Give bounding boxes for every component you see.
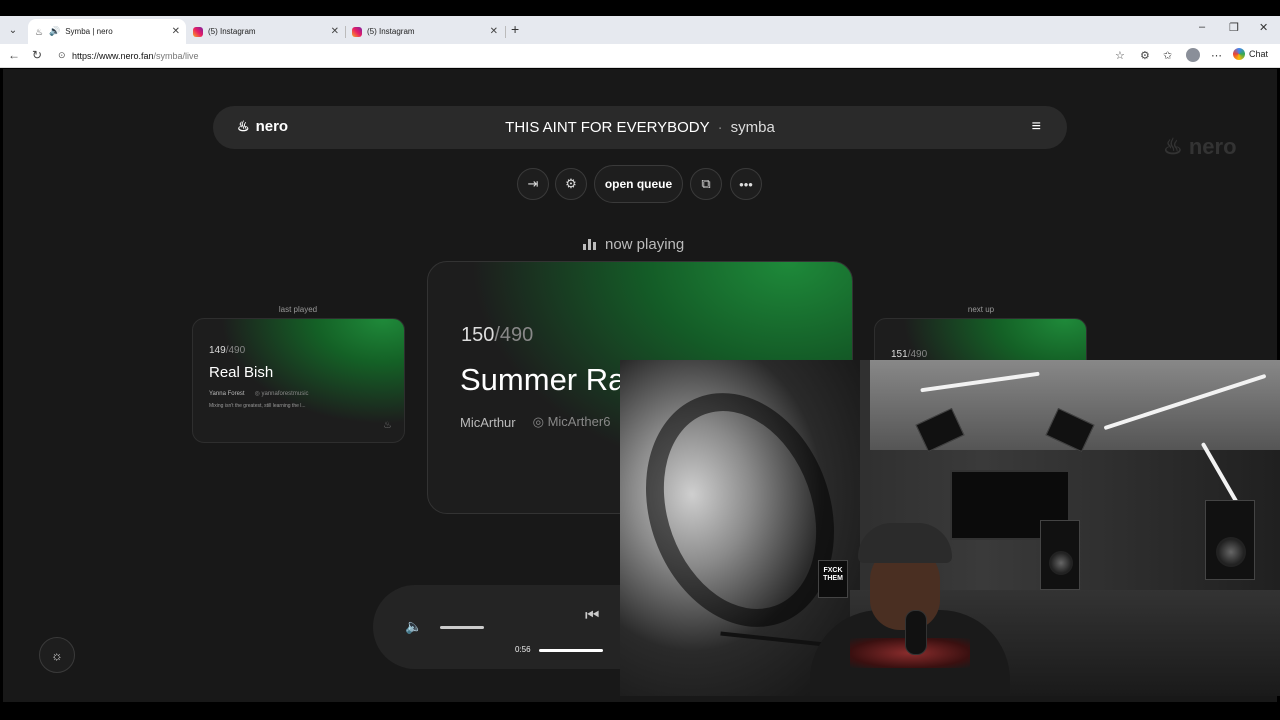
current-song-heading: THIS AINT FOR EVERYBODY · symba (213, 119, 1067, 136)
track-title: Real Bish (209, 364, 274, 381)
back-arrow-icon[interactable]: ← (8, 48, 20, 62)
instagram-icon: ◎ (532, 414, 544, 429)
track-count: 149/490 (209, 345, 246, 356)
settings-button[interactable]: ⚙ (555, 168, 587, 200)
fxck-them-box: FXCK THEM (818, 560, 848, 598)
bottom-black-bar (0, 702, 1280, 720)
tab-close-icon[interactable]: ✕ (490, 26, 498, 37)
share-button[interactable]: ⧉ (690, 168, 722, 200)
open-queue-button[interactable]: open queue (594, 165, 683, 203)
profile-avatar[interactable] (1186, 48, 1200, 62)
site-info-icon[interactable]: ⊙ (58, 50, 66, 61)
minimize-icon[interactable]: – (1199, 21, 1205, 33)
tab-title: (5) Instagram (367, 27, 415, 36)
more-button[interactable]: ••• (730, 168, 762, 200)
equalizer-icon (583, 239, 598, 250)
track-meta: MicArthur ◎ MicArther6 (460, 414, 610, 430)
share-icon: ⧉ (701, 176, 711, 191)
nero-flame-icon: ♨ (383, 420, 392, 431)
url-field[interactable]: ⊙ https://www.nero.fan/symba/live (54, 47, 1134, 65)
track-description: Mixing isn't the greatest, still learnin… (209, 403, 306, 409)
tab-separator (505, 26, 506, 38)
tab-strip: ⌄ ♨ 🔊 Symba | nero ✕ (5) Instagram ✕ (5)… (0, 16, 1280, 44)
instagram-icon: ◎ (254, 391, 260, 397)
last-played-card[interactable]: 149/490 Real Bish Yanna Forest ◎ yannafo… (192, 318, 405, 443)
last-played-label: last played (278, 305, 318, 314)
tab-list-menu-button[interactable]: ⌄ (4, 21, 22, 39)
song-artist: symba (730, 119, 775, 136)
title-separator: · (717, 119, 723, 136)
url-domain: https://www.nero.fan (72, 51, 154, 61)
address-bar: ← ↻ ⊙ https://www.nero.fan/symba/live ☆ … (0, 44, 1280, 68)
hamburger-menu-icon[interactable]: ≡ (1032, 118, 1041, 136)
chat-label: Chat (1249, 49, 1269, 59)
now-playing-label: now playing (583, 236, 684, 253)
microphone (905, 610, 927, 655)
exit-arrow-icon: ⇥ (527, 176, 539, 191)
tab-instagram-1[interactable]: (5) Instagram ✕ (187, 19, 345, 44)
copilot-chat-button[interactable]: Chat (1233, 48, 1268, 60)
ghost-nero-logo: ♨ nero (1163, 134, 1237, 159)
extensions-icon[interactable]: ⚙ (1140, 49, 1150, 62)
tab-close-icon[interactable]: ✕ (331, 26, 339, 37)
tab-symba-nero[interactable]: ♨ 🔊 Symba | nero ✕ (28, 19, 186, 44)
volume-slider[interactable] (440, 626, 484, 629)
studio-speaker (1040, 520, 1080, 590)
new-tab-plus-icon[interactable]: + (511, 21, 519, 37)
tab-title: (5) Instagram (208, 27, 256, 36)
instagram-favicon-icon (193, 26, 203, 37)
track-count: 151/490 (891, 349, 928, 360)
track-author: MicArthur (460, 414, 516, 430)
track-title: Summer Ra (460, 362, 626, 397)
restore-icon[interactable]: ❐ (1229, 21, 1239, 34)
favorite-star-icon[interactable]: ☆ (1115, 49, 1125, 62)
volume-icon[interactable]: 🔈 (405, 618, 422, 635)
reload-icon[interactable]: ↻ (32, 48, 42, 62)
progress-bar[interactable] (539, 649, 603, 652)
instagram-favicon-icon (352, 26, 362, 37)
gear-icon: ⚙ (565, 176, 577, 191)
instagram-handle[interactable]: ◎ MicArther6 (533, 414, 611, 430)
tab-audio-icon[interactable]: 🔊 (49, 26, 60, 37)
header-bar: ♨ nero THIS AINT FOR EVERYBODY · symba ≡ (213, 106, 1067, 149)
top-black-bar (0, 0, 1280, 16)
webcam-overlay: FXCK THEM (620, 360, 1280, 696)
sun-icon: ☼ (51, 647, 63, 663)
previous-track-icon[interactable]: ⏮ (585, 607, 599, 625)
person-cap (858, 523, 952, 563)
now-playing-text: now playing (605, 236, 685, 253)
song-title: THIS AINT FOR EVERYBODY (505, 119, 710, 136)
tab-title: Symba | nero (65, 27, 113, 36)
exit-button[interactable]: ⇥ (517, 168, 549, 200)
theme-toggle-button[interactable]: ☼ (39, 637, 75, 673)
copilot-icon (1233, 48, 1245, 60)
track-author: Yanna Forest (209, 390, 245, 397)
ghost-logo-text: nero (1188, 134, 1237, 159)
tab-close-icon[interactable]: ✕ (172, 26, 180, 37)
ellipsis-icon: ••• (739, 176, 753, 192)
studio-speaker (1205, 500, 1255, 580)
window-close-icon[interactable]: ✕ (1259, 21, 1268, 34)
url-path: /symba/live (153, 51, 199, 61)
track-count: 150/490 (461, 324, 534, 346)
more-options-icon[interactable]: ⋯ (1211, 49, 1222, 62)
favorites-list-icon[interactable]: ✩ (1163, 49, 1172, 62)
track-meta: Yanna Forest ◎ yannaforestmusic (209, 390, 309, 398)
nero-favicon-icon: ♨ (34, 26, 44, 37)
tab-instagram-2[interactable]: (5) Instagram ✕ (346, 19, 504, 44)
current-time: 0:56 (515, 645, 531, 654)
next-up-label: next up (967, 305, 995, 314)
instagram-handle[interactable]: ◎ yannaforestmusic (255, 390, 309, 397)
